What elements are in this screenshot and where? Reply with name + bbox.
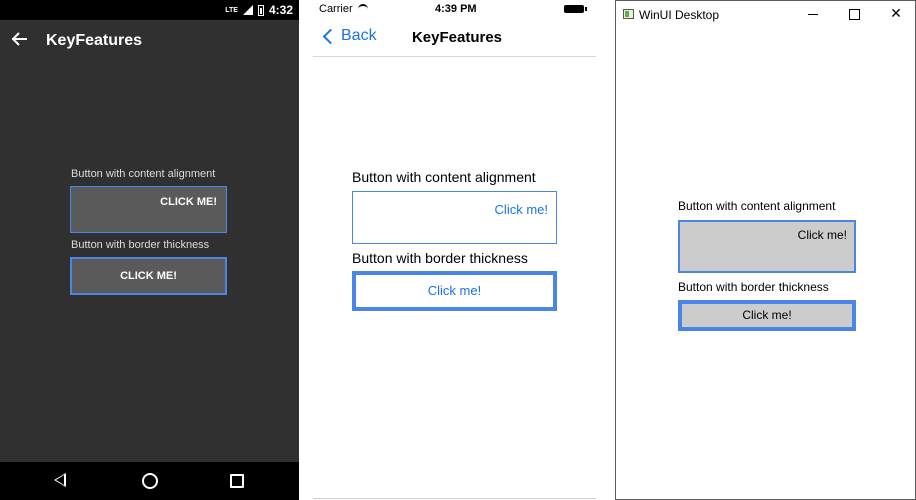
content-alignment-button[interactable]: CLICK ME! [70,186,227,233]
window-titlebar[interactable]: WinUI Desktop ✕ [616,1,915,29]
battery-icon [257,4,264,16]
label-content-alignment: Button with content alignment [352,169,536,185]
android-status-bar: LTE 4:32 [0,0,299,20]
label-content-alignment: Button with content alignment [71,168,216,180]
android-panel: LTE 4:32 KeyFeatures Button with content… [0,0,299,500]
nav-recent-icon[interactable] [230,474,244,488]
app-icon [623,9,634,19]
nav-back-icon[interactable] [54,473,66,487]
content-alignment-button[interactable]: Click me! [678,220,856,273]
label-content-alignment: Button with content alignment [678,199,836,213]
border-thickness-button[interactable]: Click me! [352,271,557,311]
border-thickness-button[interactable]: CLICK ME! [70,257,227,295]
status-time: 4:32 [268,3,293,17]
status-time: 4:39 PM [435,3,477,15]
border-thickness-button[interactable]: Click me! [678,300,856,331]
label-border-thickness: Button with border thickness [352,250,528,266]
android-toolbar: KeyFeatures [0,20,299,64]
page-title: KeyFeatures [411,29,503,46]
winui-window: WinUI Desktop ✕ Button with content alig… [615,0,916,500]
page-title: KeyFeatures [46,32,143,49]
ios-navigation-bar: Back KeyFeatures [313,20,596,57]
minimize-icon[interactable] [808,14,818,15]
nav-home-icon[interactable] [142,473,158,489]
arrow-back-icon[interactable] [11,30,31,50]
label-border-thickness: Button with border thickness [71,239,210,251]
window-title: WinUI Desktop [639,8,720,22]
android-nav-bar [0,462,299,500]
ios-panel: Carrier 4:39 PM Back KeyFeatures Button … [313,0,596,500]
wifi-icon [358,4,368,14]
maximize-icon[interactable] [849,9,860,20]
content-alignment-button[interactable]: Click me! [352,191,557,244]
label-border-thickness: Button with border thickness [678,280,829,294]
ios-status-bar: Carrier 4:39 PM [313,0,596,20]
close-icon[interactable]: ✕ [890,6,902,20]
divider [313,498,596,499]
carrier-label: Carrier [319,3,353,15]
signal-icon [242,5,253,15]
lte-label: LTE [225,6,238,14]
battery-icon [564,5,587,13]
